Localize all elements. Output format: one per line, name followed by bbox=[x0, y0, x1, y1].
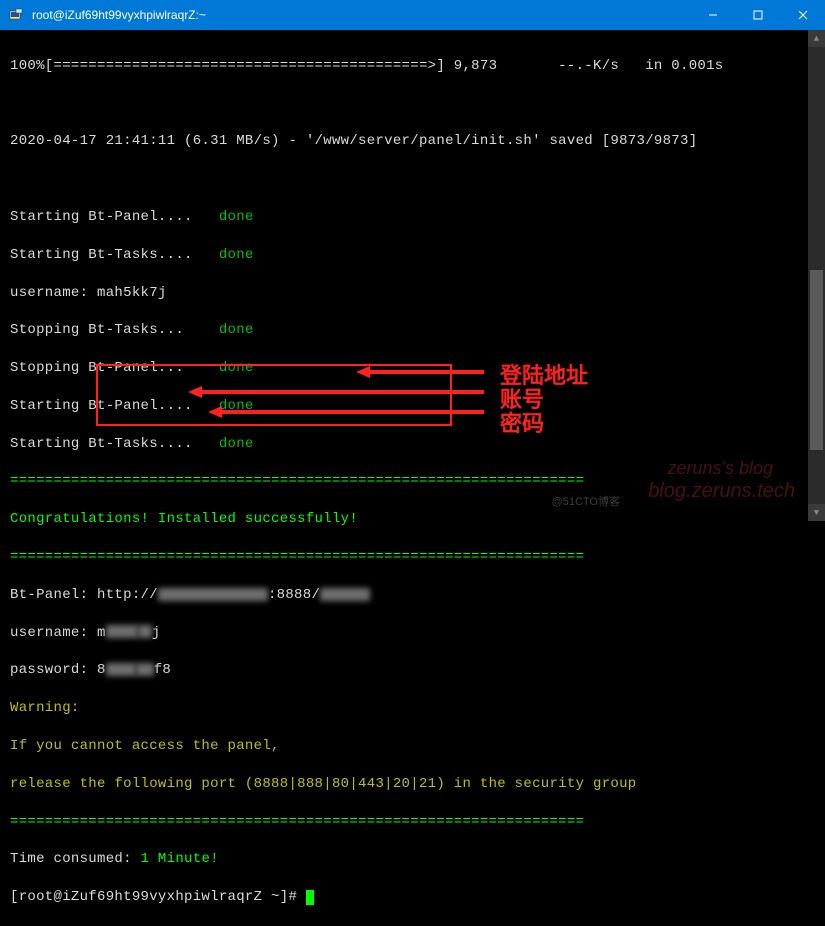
blurred-path bbox=[320, 588, 370, 601]
user-label: username: m bbox=[10, 625, 106, 641]
maximize-button[interactable] bbox=[735, 0, 780, 30]
blurred-user bbox=[106, 625, 138, 638]
scroll-up-icon[interactable]: ▲ bbox=[808, 30, 825, 47]
blurred-ip bbox=[158, 588, 268, 601]
window-title: root@iZuf69ht99vyxhpiwlraqrZ:~ bbox=[32, 8, 690, 22]
warning-label: Warning: bbox=[10, 699, 815, 718]
saved-line: 2020-04-17 21:41:11 (6.31 MB/s) - '/www/… bbox=[10, 132, 815, 151]
congrats-line: Congratulations! Installed successfully! bbox=[10, 510, 815, 529]
window-controls bbox=[690, 0, 825, 30]
warning-line-2: release the following port (8888|888|80|… bbox=[10, 775, 815, 794]
scroll-down-icon[interactable]: ▼ bbox=[808, 504, 825, 521]
divider: ========================================… bbox=[10, 548, 815, 567]
scroll-thumb[interactable] bbox=[810, 270, 823, 450]
divider: ========================================… bbox=[10, 472, 815, 491]
pass-label: password: 8 bbox=[10, 662, 106, 678]
scrollbar[interactable]: ▲ ▼ bbox=[808, 30, 825, 521]
minimize-button[interactable] bbox=[690, 0, 735, 30]
username-raw: username: mah5kk7j bbox=[10, 284, 815, 303]
progress-line: 100%[===================================… bbox=[10, 57, 815, 76]
divider: ========================================… bbox=[10, 813, 815, 832]
close-button[interactable] bbox=[780, 0, 825, 30]
terminal-output[interactable]: 100%[===================================… bbox=[0, 30, 825, 521]
warning-line-1: If you cannot access the panel, bbox=[10, 737, 815, 756]
shell-prompt: [root@iZuf69ht99vyxhpiwlraqrZ ~]# bbox=[10, 889, 306, 905]
cursor bbox=[306, 890, 314, 905]
panel-label: Bt-Panel: bbox=[10, 587, 97, 603]
blurred-pass bbox=[106, 663, 136, 676]
putty-icon bbox=[8, 7, 24, 23]
window-titlebar: root@iZuf69ht99vyxhpiwlraqrZ:~ bbox=[0, 0, 825, 30]
